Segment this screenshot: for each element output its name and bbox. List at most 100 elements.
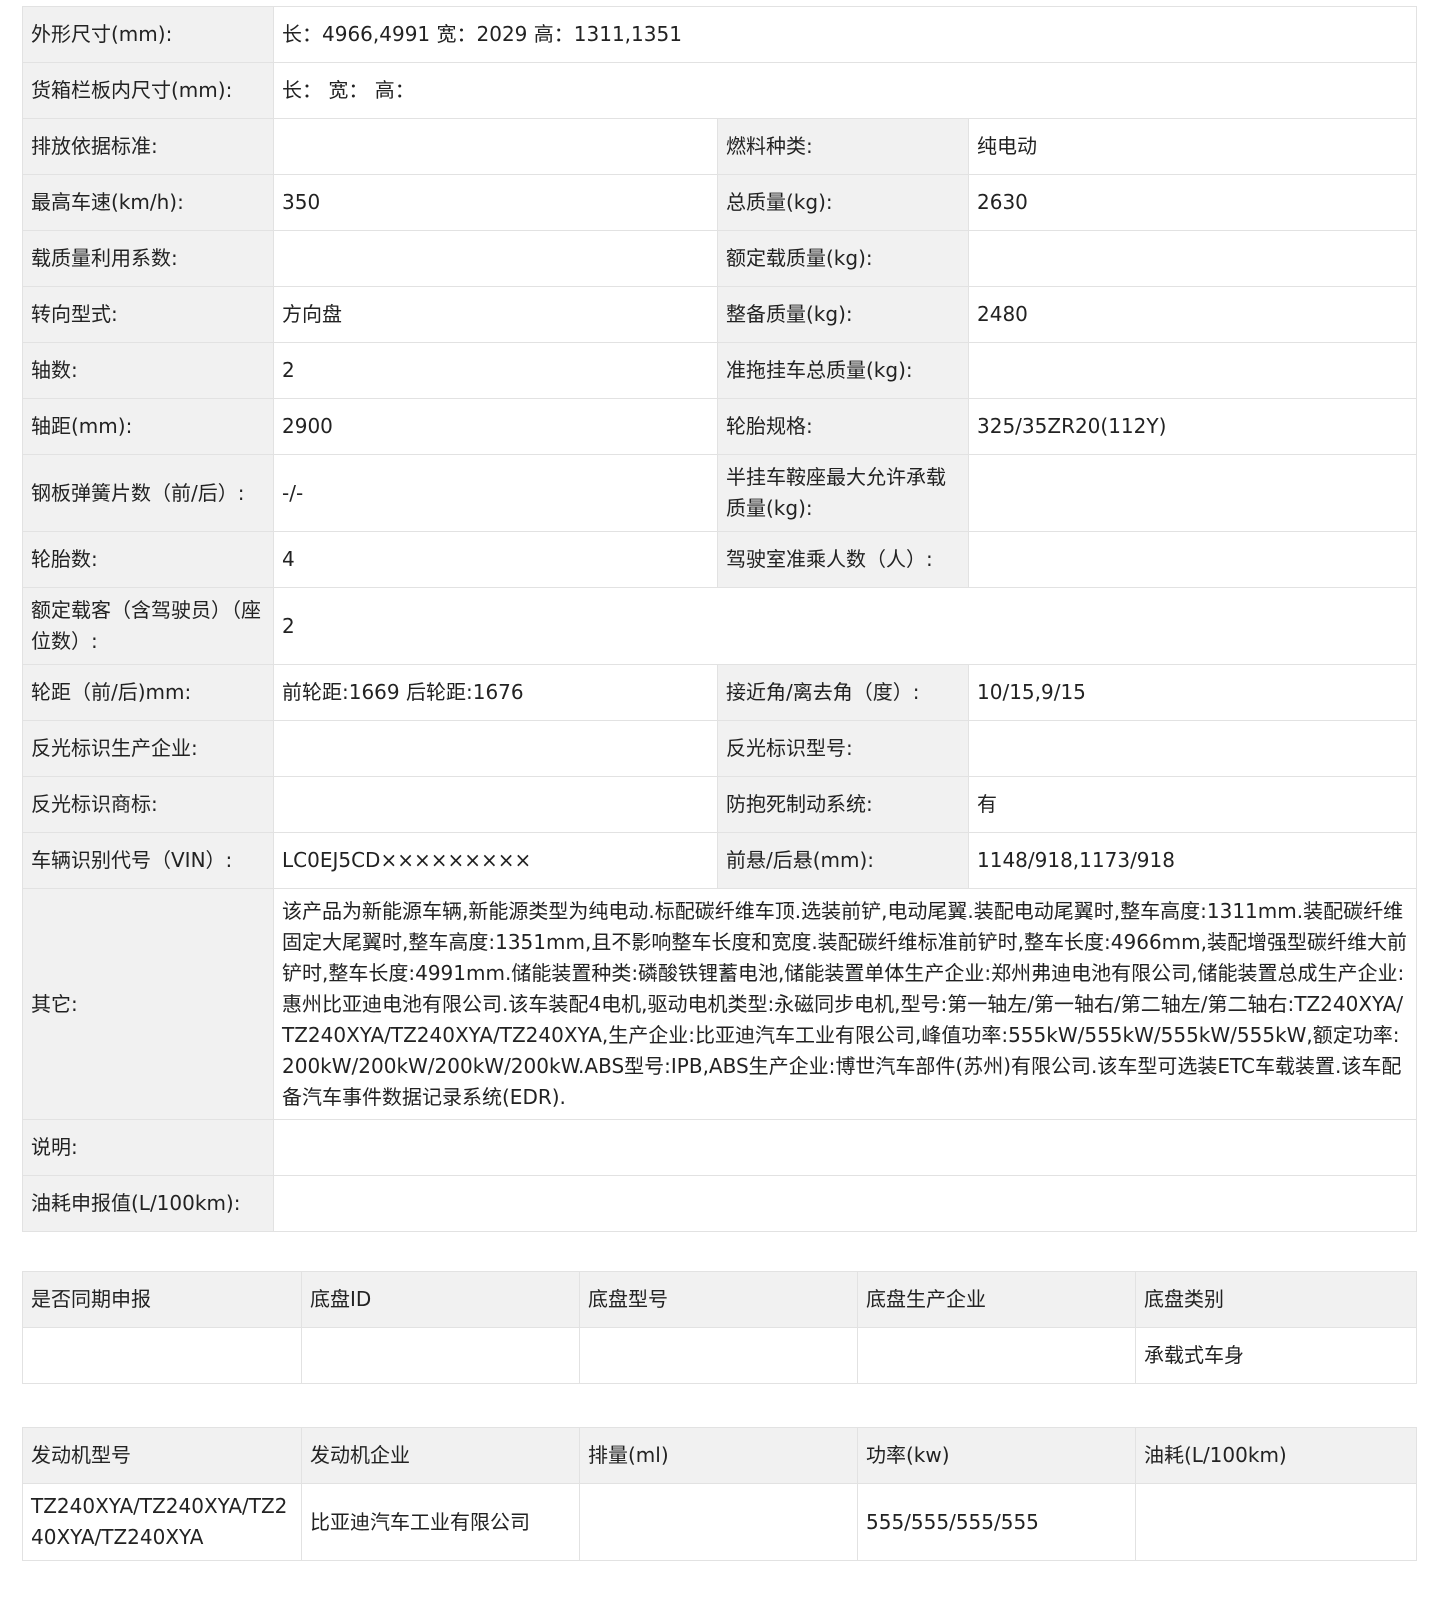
steering-label: 转向型式: [22,286,274,343]
abs-value: 有 [967,776,1418,833]
note-value [272,1119,1418,1176]
engine-header-model: 发动机型号 [22,1427,302,1484]
chassis-id-cell [301,1327,580,1384]
leaf-springs-value: -/- [273,454,718,532]
table-row: 反光标识生产企业: 反光标识型号: [22,720,1418,777]
table-row: 最高车速(km/h): 350 总质量(kg): 2630 [22,174,1418,231]
emission-standard-value [273,118,718,175]
chassis-maker-cell [857,1327,1136,1384]
engine-header-fuel: 油耗(L/100km) [1135,1427,1417,1484]
fuel-consumption-label: 油耗申报值(L/100km): [22,1175,274,1232]
dimensions-label: 外形尺寸(mm): [22,6,274,63]
max-speed-value: 350 [273,174,718,231]
chassis-header-id: 底盘ID [301,1271,580,1328]
table-row: 货箱栏板内尺寸(mm): 长： 宽： 高： [22,62,1418,119]
engine-model-cell: TZ240XYA/TZ240XYA/TZ240XYA/TZ240XYA [22,1483,302,1561]
tire-count-value: 4 [273,531,718,588]
other-value: 该产品为新能源车辆,新能源类型为纯电动.标配碳纤维车顶.选装前铲,电动尾翼.装配… [272,888,1418,1120]
table-row: TZ240XYA/TZ240XYA/TZ240XYA/TZ240XYA 比亚迪汽… [22,1483,1417,1561]
table-row: 轴数: 2 准拖挂车总质量(kg): [22,342,1418,399]
engine-maker-cell: 比亚迪汽车工业有限公司 [301,1483,580,1561]
axles-label: 轴数: [22,342,274,399]
note-label: 说明: [22,1119,274,1176]
load-coefficient-value [273,230,718,287]
rated-load-value [967,230,1418,287]
rated-passengers-value: 2 [272,587,1418,665]
table-row: 轮距（前/后)mm: 前轮距:1669 后轮距:1676 接近角/离去角（度）:… [22,664,1418,721]
fuel-type-label: 燃料种类: [717,118,969,175]
curb-mass-value: 2480 [967,286,1418,343]
engine-table: 发动机型号 发动机企业 排量(ml) 功率(kw) 油耗(L/100km) TZ… [22,1427,1417,1561]
chassis-category-cell: 承载式车身 [1135,1327,1417,1384]
curb-mass-label: 整备质量(kg): [717,286,969,343]
wheelbase-label: 轴距(mm): [22,398,274,455]
table-row: 载质量利用系数: 额定载质量(kg): [22,230,1418,287]
fuel-type-value: 纯电动 [967,118,1418,175]
chassis-model-cell [579,1327,858,1384]
table-header-row: 是否同期申报 底盘ID 底盘型号 底盘生产企业 底盘类别 [22,1271,1417,1328]
track-value: 前轮距:1669 后轮距:1676 [273,664,718,721]
table-row: 其它: 该产品为新能源车辆,新能源类型为纯电动.标配碳纤维车顶.选装前铲,电动尾… [22,888,1418,1120]
table-row: 油耗申报值(L/100km): [22,1175,1418,1232]
approach-angle-label: 接近角/离去角（度）: [717,664,969,721]
chassis-table: 是否同期申报 底盘ID 底盘型号 底盘生产企业 底盘类别 承载式车身 [22,1271,1417,1384]
load-coefficient-label: 载质量利用系数: [22,230,274,287]
rated-load-label: 额定载质量(kg): [717,230,969,287]
cab-passengers-value [967,531,1418,588]
table-row: 外形尺寸(mm): 长：4966,4991 宽：2029 高：1311,1351 [22,6,1418,63]
abs-label: 防抱死制动系统: [717,776,969,833]
total-mass-label: 总质量(kg): [717,174,969,231]
reflector-brand-label: 反光标识商标: [22,776,274,833]
other-label: 其它: [22,888,274,1120]
tire-count-label: 轮胎数: [22,531,274,588]
chassis-header-model: 底盘型号 [579,1271,858,1328]
tire-spec-value: 325/35ZR20(112Y) [967,398,1418,455]
cargo-box-label: 货箱栏板内尺寸(mm): [22,62,274,119]
trailer-mass-value [967,342,1418,399]
engine-fuel-cell [1135,1483,1417,1561]
approach-angle-value: 10/15,9/15 [967,664,1418,721]
table-row: 承载式车身 [22,1327,1417,1384]
engine-header-maker: 发动机企业 [301,1427,580,1484]
chassis-header-sync: 是否同期申报 [22,1271,302,1328]
vin-value: LC0EJ5CD××××××××× [273,832,718,889]
reflector-model-value [967,720,1418,777]
tire-spec-label: 轮胎规格: [717,398,969,455]
chassis-sync-cell [22,1327,302,1384]
chassis-header-maker: 底盘生产企业 [857,1271,1136,1328]
table-row: 车辆识别代号（VIN）: LC0EJ5CD××××××××× 前悬/后悬(mm)… [22,832,1418,889]
overhang-value: 1148/918,1173/918 [967,832,1418,889]
engine-power-cell: 555/555/555/555 [857,1483,1136,1561]
table-row: 排放依据标准: 燃料种类: 纯电动 [22,118,1418,175]
table-row: 反光标识商标: 防抱死制动系统: 有 [22,776,1418,833]
table-row: 钢板弹簧片数（前/后）: -/- 半挂车鞍座最大允许承载质量(kg): [22,454,1418,532]
reflector-model-label: 反光标识型号: [717,720,969,777]
table-row: 转向型式: 方向盘 整备质量(kg): 2480 [22,286,1418,343]
table-row: 额定载客（含驾驶员）（座位数）: 2 [22,587,1418,665]
leaf-springs-label: 钢板弹簧片数（前/后）: [22,454,274,532]
axles-value: 2 [273,342,718,399]
overhang-label: 前悬/后悬(mm): [717,832,969,889]
max-speed-label: 最高车速(km/h): [22,174,274,231]
engine-header-power: 功率(kw) [857,1427,1136,1484]
fuel-consumption-value [272,1175,1418,1232]
table-row: 轴距(mm): 2900 轮胎规格: 325/35ZR20(112Y) [22,398,1418,455]
saddle-load-value [967,454,1418,532]
dimensions-value: 长：4966,4991 宽：2029 高：1311,1351 [272,6,1418,63]
rated-passengers-label: 额定载客（含驾驶员）（座位数）: [22,587,274,665]
steering-value: 方向盘 [273,286,718,343]
trailer-mass-label: 准拖挂车总质量(kg): [717,342,969,399]
cab-passengers-label: 驾驶室准乘人数（人）: [717,531,969,588]
total-mass-value: 2630 [967,174,1418,231]
table-row: 轮胎数: 4 驾驶室准乘人数（人）: [22,531,1418,588]
wheelbase-value: 2900 [273,398,718,455]
chassis-header-category: 底盘类别 [1135,1271,1417,1328]
saddle-load-label: 半挂车鞍座最大允许承载质量(kg): [717,454,969,532]
reflector-brand-value [273,776,718,833]
engine-header-displacement: 排量(ml) [579,1427,858,1484]
track-label: 轮距（前/后)mm: [22,664,274,721]
table-header-row: 发动机型号 发动机企业 排量(ml) 功率(kw) 油耗(L/100km) [22,1427,1417,1484]
spec-table: 外形尺寸(mm): 长：4966,4991 宽：2029 高：1311,1351… [22,6,1418,1232]
table-row: 说明: [22,1119,1418,1176]
reflector-maker-value [273,720,718,777]
